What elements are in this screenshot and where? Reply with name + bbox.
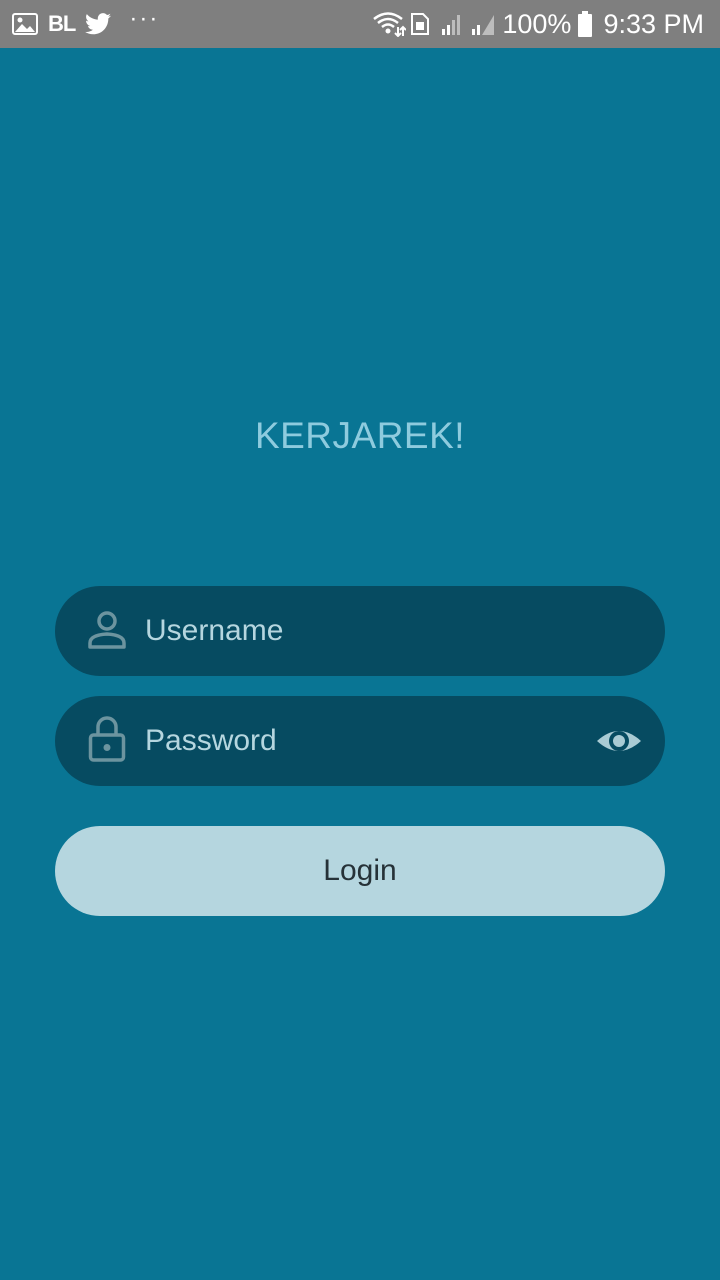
- eye-icon[interactable]: [595, 719, 643, 763]
- system-icons: 100% 9:33 PM: [372, 0, 704, 48]
- bl-app-icon: BL: [48, 11, 76, 36]
- signal-icon: [440, 12, 466, 36]
- clock: 9:33 PM: [603, 8, 704, 39]
- notification-icons: BL ···: [12, 0, 159, 48]
- username-field[interactable]: [55, 586, 665, 676]
- person-icon: [87, 609, 127, 653]
- gallery-icon: [12, 13, 38, 35]
- more-notifications-icon: ···: [129, 5, 160, 32]
- battery-percent: 100%: [502, 8, 572, 39]
- wifi-icon: [372, 11, 407, 37]
- twitter-icon: [85, 13, 112, 35]
- signal-icon: [470, 12, 496, 36]
- battery-icon: [577, 11, 593, 37]
- sim-icon: [410, 12, 430, 36]
- password-field[interactable]: [55, 696, 665, 786]
- lock-icon: [87, 716, 127, 763]
- status-bar: BL ··· 100% 9:33 PM: [0, 0, 720, 48]
- username-input[interactable]: [145, 586, 575, 676]
- app-title: KERJAREK!: [254, 415, 466, 456]
- password-input[interactable]: [145, 696, 575, 786]
- login-button[interactable]: Login: [55, 826, 665, 916]
